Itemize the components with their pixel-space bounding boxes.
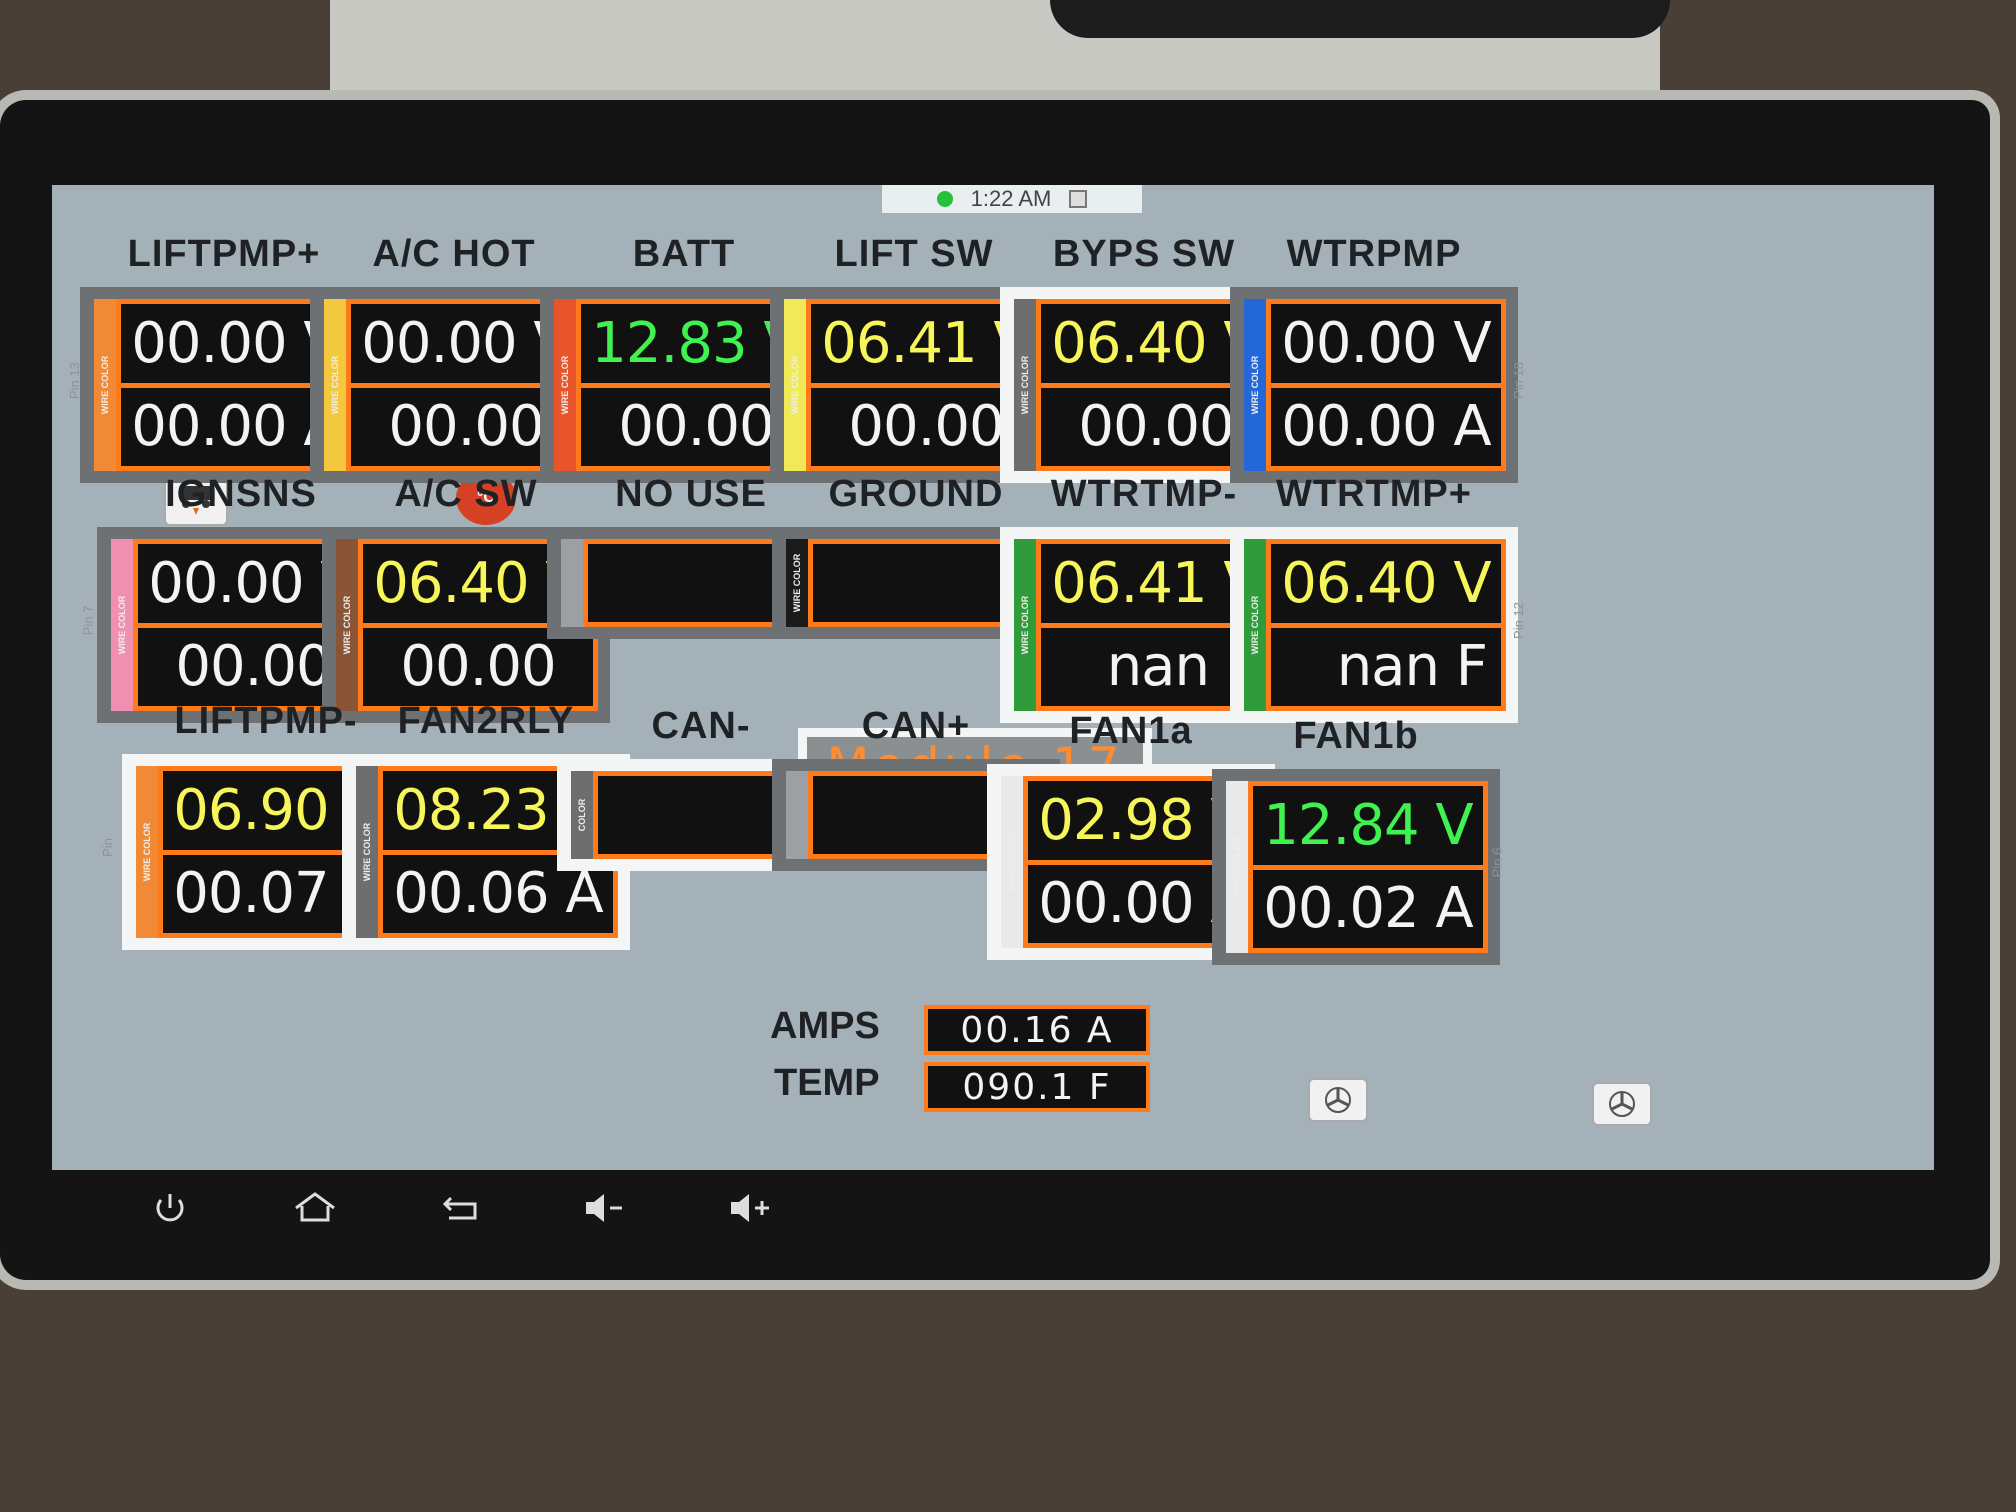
- can-plus-wire-color-strip: [786, 771, 808, 859]
- ac-sw-wire-color-strip: WIRE COLOR: [336, 539, 358, 711]
- fan1b-wire-color-strip: WIRE COLOR: [1226, 781, 1248, 953]
- ac-sw-secondary-value: 00.00: [363, 627, 593, 706]
- lift-sw-wire-color-strip: WIRE COLOR: [784, 299, 806, 471]
- amps-box: 00.16 A: [924, 1005, 1150, 1055]
- ignsns-pin-label: Pin 7: [80, 605, 96, 636]
- temp-label: TEMP: [774, 1062, 880, 1104]
- fan1a-wire-color-strip: WIRE COLOR: [1001, 776, 1023, 948]
- navigation-bar: [140, 1178, 840, 1238]
- wtrtmp-plus-card[interactable]: WIRE COLOR 06.40 Vnan F: [1230, 527, 1518, 723]
- fan-icon[interactable]: [1308, 1078, 1368, 1122]
- ac-hot-wire-color-strip: WIRE COLOR: [324, 299, 346, 471]
- wtrtmp-plus-secondary-value: nan F: [1271, 627, 1501, 706]
- wtrtmp-minus-wire-color-text: WIRE COLOR: [1020, 595, 1030, 655]
- wtrpmp-frame: WIRE COLOR 00.00 V 00.00 A: [1244, 299, 1506, 471]
- wtrtmp-plus-label: WTRTMP+: [1276, 473, 1472, 515]
- volume-up-icon[interactable]: [720, 1178, 780, 1238]
- power-icon[interactable]: [140, 1178, 200, 1238]
- liftpmp-minus-wire-color-strip: WIRE COLOR: [136, 766, 158, 938]
- wtrpmp-voltage: 00.00 V: [1271, 304, 1501, 383]
- ignsns-wire-color-strip: WIRE COLOR: [111, 539, 133, 711]
- volume-down-icon[interactable]: [575, 1178, 635, 1238]
- fan1b-label: FAN1b: [1293, 715, 1419, 757]
- fan1b-secondary-value: 00.02 A: [1253, 869, 1483, 948]
- liftpmp-minus-pin-label: Pin: [99, 838, 115, 857]
- ground-wire-color-strip: WIRE COLOR: [786, 539, 808, 627]
- wtrtmp-plus-readings: 06.40 Vnan F: [1266, 539, 1506, 711]
- fan1b-readings: 12.84 V 00.02 A: [1248, 781, 1488, 953]
- home-icon[interactable]: [285, 1178, 345, 1238]
- lift-sw-wire-color-text: WIRE COLOR: [790, 355, 800, 415]
- byps-sw-wire-color-strip: WIRE COLOR: [1014, 299, 1036, 471]
- wtrpmp-pin-label: Pin 18: [1510, 362, 1526, 399]
- amps-value: 00.16 A: [928, 1009, 1146, 1051]
- batt-wire-color-text: WIRE COLOR: [560, 355, 570, 415]
- wtrtmp-minus-wire-color-strip: WIRE COLOR: [1014, 539, 1036, 711]
- wtrpmp-wire-color-strip: WIRE COLOR: [1244, 299, 1266, 471]
- wtrtmp-plus-pin-label: Pin 12: [1510, 602, 1526, 639]
- liftpmp-plus-pin-label: Pin 13: [66, 362, 82, 399]
- wtrtmp-plus-voltage: 06.40 V: [1271, 544, 1501, 623]
- batt-wire-color-strip: WIRE COLOR: [554, 299, 576, 471]
- ignsns-wire-color-text: WIRE COLOR: [117, 595, 127, 655]
- wtrpmp-secondary-value: 00.00 A: [1271, 387, 1501, 466]
- back-icon[interactable]: [430, 1178, 490, 1238]
- liftpmp-plus-wire-color-strip: WIRE COLOR: [94, 299, 116, 471]
- fan1b-card[interactable]: WIRE COLOR 12.84 V 00.02 A: [1212, 769, 1500, 965]
- amps-label: AMPS: [770, 1005, 880, 1047]
- ground-wire-color-text: WIRE COLOR: [792, 553, 802, 613]
- wtrtmp-plus-frame: WIRE COLOR 06.40 Vnan F: [1244, 539, 1506, 711]
- wtrpmp-label: WTRPMP: [1286, 233, 1462, 275]
- temp-box: 090.1 F: [924, 1062, 1150, 1112]
- temp-value: 090.1 F: [928, 1066, 1146, 1108]
- status-square-icon: [1069, 190, 1088, 208]
- fan1b-voltage: 12.84 V: [1253, 786, 1483, 865]
- fan1b-pin-label: Pin 6: [1489, 847, 1505, 878]
- byps-sw-wire-color-text: WIRE COLOR: [1020, 355, 1030, 415]
- dashboard-screen: 1:22 AM Module 17 AMPS 00.16 A TEMP 090.…: [52, 185, 1934, 1170]
- fan2rly-wire-color-strip: WIRE COLOR: [356, 766, 378, 938]
- background-box: [330, 0, 1670, 97]
- liftpmp-minus-wire-color-text: WIRE COLOR: [142, 822, 152, 882]
- fan1b-frame: WIRE COLOR 12.84 V 00.02 A: [1226, 781, 1488, 953]
- no-use-wire-color-strip: [561, 539, 583, 627]
- can-minus-wire-color-text: COLOR: [577, 798, 587, 832]
- ac-hot-wire-color-text: WIRE COLOR: [330, 355, 340, 415]
- ac-sw-wire-color-text: WIRE COLOR: [342, 595, 352, 655]
- liftpmp-plus-wire-color-text: WIRE COLOR: [100, 355, 110, 415]
- wtrpmp-card[interactable]: WIRE COLOR 00.00 V 00.00 A: [1230, 287, 1518, 483]
- wtrpmp-readings: 00.00 V 00.00 A: [1266, 299, 1506, 471]
- wtrtmp-plus-wire-color-strip: WIRE COLOR: [1244, 539, 1266, 711]
- connection-indicator-icon: [936, 191, 953, 207]
- wtrpmp-wire-color-text: WIRE COLOR: [1250, 355, 1260, 415]
- status-time: 1:22 AM: [970, 186, 1052, 211]
- background-object: [1050, 0, 1670, 38]
- fan1b-wire-color-text: WIRE COLOR: [1232, 837, 1242, 897]
- fan-icon[interactable]: [1592, 1082, 1652, 1126]
- wtrtmp-plus-wire-color-text: WIRE COLOR: [1250, 595, 1260, 655]
- can-minus-wire-color-strip: COLOR: [571, 771, 593, 859]
- fan2rly-wire-color-text: WIRE COLOR: [362, 822, 372, 882]
- status-bar: 1:22 AM: [882, 185, 1142, 213]
- fan1a-wire-color-text: WIRE COLOR: [1007, 832, 1017, 892]
